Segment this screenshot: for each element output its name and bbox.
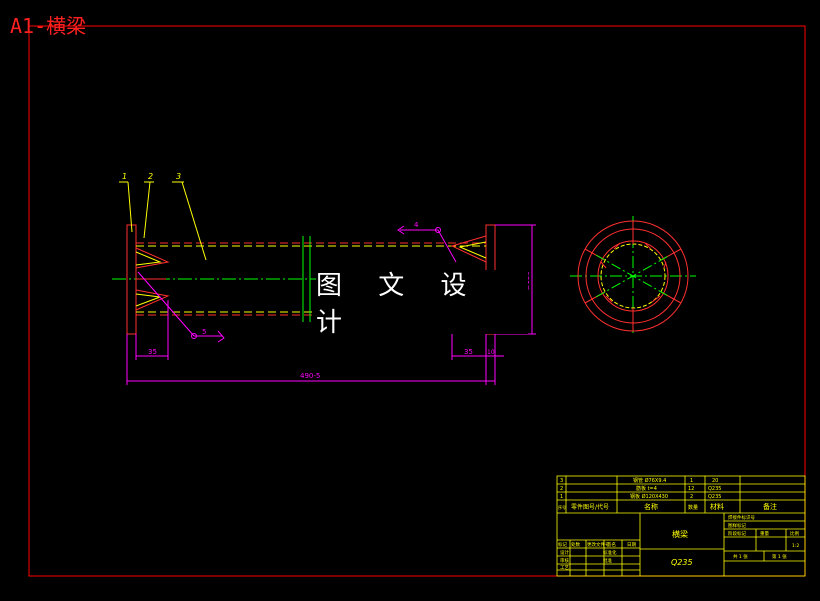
dim-left-35: 35	[148, 348, 157, 356]
bom-row-1-name: 钢管 Ø76X9.4	[633, 477, 666, 484]
part-name: 横梁	[672, 529, 688, 539]
balloon-2: 2	[148, 172, 153, 181]
bom-row-3-qty: 2	[690, 494, 693, 500]
title-block-text: 横梁 Q235 焊接件标识号 图样标记 阶段标记 重量 比例 1:2 共 1 张…	[558, 514, 799, 571]
bom-header-no: 序号	[558, 504, 566, 510]
process-label: 焊接件标识号	[728, 514, 755, 521]
sheet-no: 第 1 张	[772, 553, 787, 560]
mark-label: 标记	[558, 541, 567, 548]
bom-row-3-name: 钢板 Ø120X430	[630, 493, 668, 500]
bom-header-material: 材料	[710, 502, 724, 511]
scale-value: 1:2	[792, 543, 799, 549]
bom-row-1-no: 3	[560, 478, 563, 484]
sheet-total: 共 1 张	[733, 553, 748, 560]
bom-row-2-qty: 12	[688, 486, 694, 492]
stage-label: 阶段标记	[728, 530, 746, 537]
std-check-label: 标准化	[603, 549, 617, 556]
scale-label: 比例	[790, 530, 799, 537]
bom-row-2-no: 2	[560, 486, 563, 492]
bom-row-1-material: 20	[712, 478, 718, 484]
process-label-2: 图样标记	[728, 522, 746, 529]
bom-row-1-qty: 1	[690, 478, 693, 484]
date-label: 日期	[627, 542, 636, 548]
count-label: 处数	[571, 541, 580, 548]
checker-label: 审核	[560, 557, 569, 564]
weight-label: 重量	[760, 530, 769, 537]
bom-row-3-no: 1	[560, 494, 563, 500]
bom-row-3-material: Q235	[708, 494, 721, 500]
balloon-3: 3	[176, 172, 181, 181]
balloon-1: 1	[122, 172, 127, 181]
bom-row-2-name: 筋板 t=4	[636, 485, 657, 492]
bom-header-name: 名称	[644, 502, 658, 511]
sign-label: 签名	[607, 541, 616, 548]
approve-label: 批准	[603, 557, 612, 564]
bom-header-qty: 数量	[688, 504, 698, 511]
part-material: Q235	[671, 558, 693, 567]
watermark: 图 文 设 计	[316, 270, 528, 338]
side-view	[570, 216, 696, 336]
dim-total-length: 490-5	[300, 372, 320, 380]
craft-label: 工艺	[560, 565, 569, 571]
dim-flange-10: 10	[487, 349, 495, 356]
weld-bottom-label: 5	[202, 328, 206, 336]
bom-header-code: 零件图号/代号	[571, 503, 609, 511]
designer-label: 设计	[560, 549, 569, 556]
dim-right-35: 35	[464, 348, 473, 356]
bom-row-2-material: Q235	[708, 486, 721, 492]
balloon-leaders	[119, 181, 207, 261]
drawing-title: A1-横梁	[10, 14, 87, 38]
bom-header-note: 备注	[763, 502, 777, 511]
weld-top-label: 4	[414, 221, 419, 229]
bom-table: 3 钢管 Ø76X9.4 1 20 2 筋板 t=4 12 Q235 1 钢板 …	[558, 477, 777, 511]
